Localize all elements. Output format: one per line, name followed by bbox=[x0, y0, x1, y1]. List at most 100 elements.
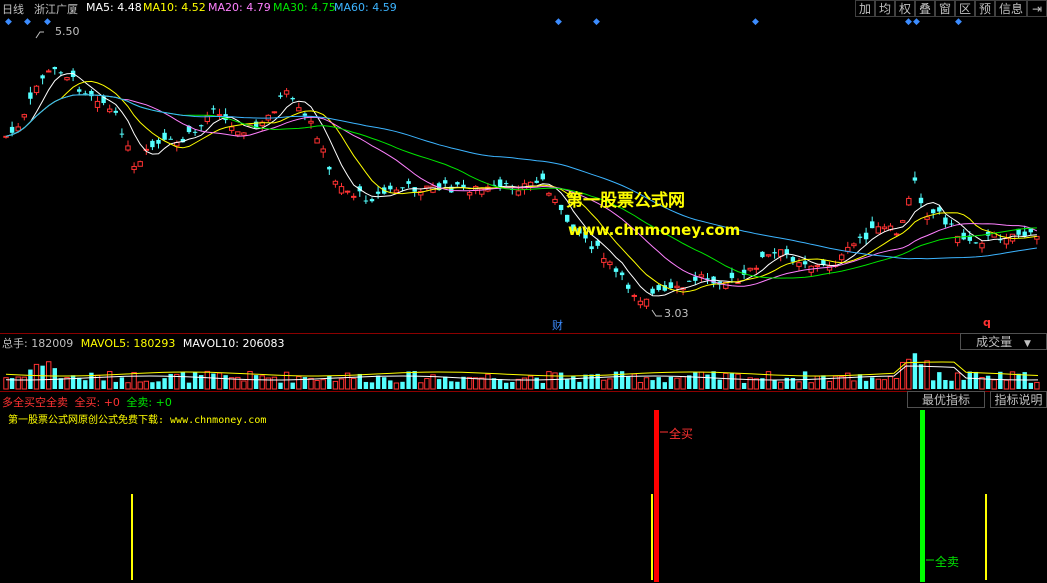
volume-bar bbox=[796, 381, 802, 390]
volume-bar bbox=[332, 380, 339, 390]
ma5-value: MA5: 4.48 bbox=[86, 1, 142, 14]
event-diamond-icon[interactable]: ◆ bbox=[913, 17, 920, 27]
volume-bar bbox=[338, 378, 345, 390]
event-diamond-icon[interactable]: ◆ bbox=[593, 17, 600, 27]
volume-header: 总手: 182009 MAVOL5: 180293 MAVOL10: 20608… bbox=[2, 335, 284, 351]
volume-bar bbox=[363, 381, 369, 389]
volume-bar bbox=[857, 374, 863, 389]
toolbar-window-button[interactable]: 窗 bbox=[935, 0, 955, 17]
watermark-url: www.chnmoney.com bbox=[568, 221, 741, 239]
volume-bar bbox=[449, 381, 454, 389]
event-diamond-icon[interactable]: ◆ bbox=[955, 17, 962, 27]
volume-bar bbox=[283, 371, 290, 390]
volume-bar bbox=[626, 376, 631, 389]
toolbar-exit-icon[interactable]: ⇥ bbox=[1027, 0, 1047, 17]
volume-bar bbox=[40, 365, 45, 389]
volume-bar bbox=[906, 358, 912, 390]
volume-bar bbox=[821, 375, 826, 389]
volume-bar bbox=[571, 376, 576, 389]
volume-bar bbox=[931, 380, 936, 389]
volume-bar bbox=[314, 379, 320, 390]
volume-bar bbox=[406, 371, 411, 389]
volume-bar bbox=[400, 381, 405, 389]
volume-bar bbox=[58, 378, 64, 389]
volume-bar bbox=[802, 371, 808, 389]
toolbar-range-button[interactable]: 区 bbox=[955, 0, 975, 17]
volume-bar bbox=[424, 378, 430, 390]
finance-marker[interactable]: 财 bbox=[552, 317, 563, 333]
volume-bar bbox=[583, 374, 588, 389]
indicator-chart[interactable] bbox=[0, 408, 1047, 583]
volume-bar bbox=[912, 353, 918, 389]
volume-bar bbox=[552, 372, 558, 390]
event-diamond-icon[interactable]: ◆ bbox=[555, 17, 562, 27]
volume-bar bbox=[546, 371, 552, 390]
volume-bar bbox=[375, 375, 381, 389]
volume-bar bbox=[698, 371, 705, 390]
volume-bar bbox=[216, 372, 223, 390]
volume-bar bbox=[870, 377, 875, 389]
volume-bar bbox=[504, 382, 509, 389]
chart-toolbar: 加 均 权 叠 窗 区 预 信息 ⇥ bbox=[855, 0, 1047, 18]
event-diamond-icon[interactable]: ◆ bbox=[44, 17, 51, 27]
volume-bar bbox=[595, 373, 600, 389]
event-diamond-icon[interactable]: ◆ bbox=[905, 17, 912, 27]
volume-bar bbox=[436, 379, 442, 389]
volume-bar bbox=[296, 376, 302, 390]
toolbar-predict-button[interactable]: 预 bbox=[975, 0, 995, 17]
toolbar-ma-button[interactable]: 均 bbox=[875, 0, 895, 17]
ma60-value: MA60: 4.59 bbox=[334, 1, 397, 14]
volume-bar bbox=[943, 380, 948, 389]
volume-bar bbox=[705, 374, 710, 389]
volume-bar bbox=[772, 380, 777, 389]
watermark-title: 第一股票公式网 bbox=[566, 191, 685, 211]
event-diamond-icon[interactable]: ◆ bbox=[24, 17, 31, 27]
volume-type-dropdown[interactable]: 成交量 ▼ bbox=[960, 333, 1047, 350]
volume-bar bbox=[937, 372, 942, 389]
volume-bar bbox=[271, 376, 278, 390]
period-label[interactable]: 日线 bbox=[2, 1, 24, 17]
event-diamond-icon[interactable]: ◆ bbox=[752, 17, 759, 27]
volume-bar bbox=[711, 371, 716, 389]
best-indicator-button[interactable]: 最优指标 bbox=[907, 391, 985, 408]
volume-bar bbox=[674, 377, 680, 390]
volume-bar bbox=[485, 373, 491, 390]
full-buy-marker: 全买 bbox=[669, 427, 694, 441]
volume-bar bbox=[741, 382, 747, 389]
toolbar-add-button[interactable]: 加 bbox=[855, 0, 875, 17]
volume-bar bbox=[479, 377, 485, 390]
volume-bar bbox=[589, 374, 594, 389]
volume-bar bbox=[137, 381, 143, 390]
volume-bar bbox=[77, 377, 82, 389]
high-price-label: 5.50 bbox=[55, 25, 80, 38]
volume-bar bbox=[735, 373, 741, 390]
volume-bar bbox=[223, 375, 228, 389]
volume-bar bbox=[1016, 373, 1021, 389]
volume-bar bbox=[15, 376, 21, 390]
volume-bar bbox=[875, 378, 881, 390]
volume-bar bbox=[918, 364, 924, 389]
stock-name: 浙江广厦 bbox=[34, 3, 78, 16]
volume-bar bbox=[985, 375, 991, 389]
volume-bar bbox=[351, 377, 357, 390]
toolbar-rights-button[interactable]: 权 bbox=[895, 0, 915, 17]
volume-bar bbox=[991, 379, 997, 390]
toolbar-info-button[interactable]: 信息 bbox=[995, 0, 1027, 17]
volume-bar bbox=[180, 372, 186, 389]
indicator-help-button[interactable]: 指标说明 bbox=[990, 391, 1047, 408]
volume-bar bbox=[1028, 382, 1033, 389]
toolbar-overlay-button[interactable]: 叠 bbox=[915, 0, 935, 17]
event-diamond-icon[interactable]: ◆ bbox=[5, 17, 12, 27]
volume-bar bbox=[211, 373, 216, 389]
panel-divider bbox=[0, 391, 1047, 392]
volume-bar bbox=[418, 382, 424, 390]
volume-bar bbox=[643, 377, 650, 390]
volume-bar bbox=[125, 382, 131, 390]
q-marker[interactable]: q bbox=[983, 316, 991, 329]
volume-chart[interactable] bbox=[0, 350, 1047, 390]
volume-bar bbox=[540, 382, 545, 389]
volume-bar bbox=[534, 377, 539, 389]
volume-bar bbox=[961, 379, 966, 389]
volume-bar bbox=[954, 372, 961, 390]
volume-bar bbox=[967, 371, 972, 389]
